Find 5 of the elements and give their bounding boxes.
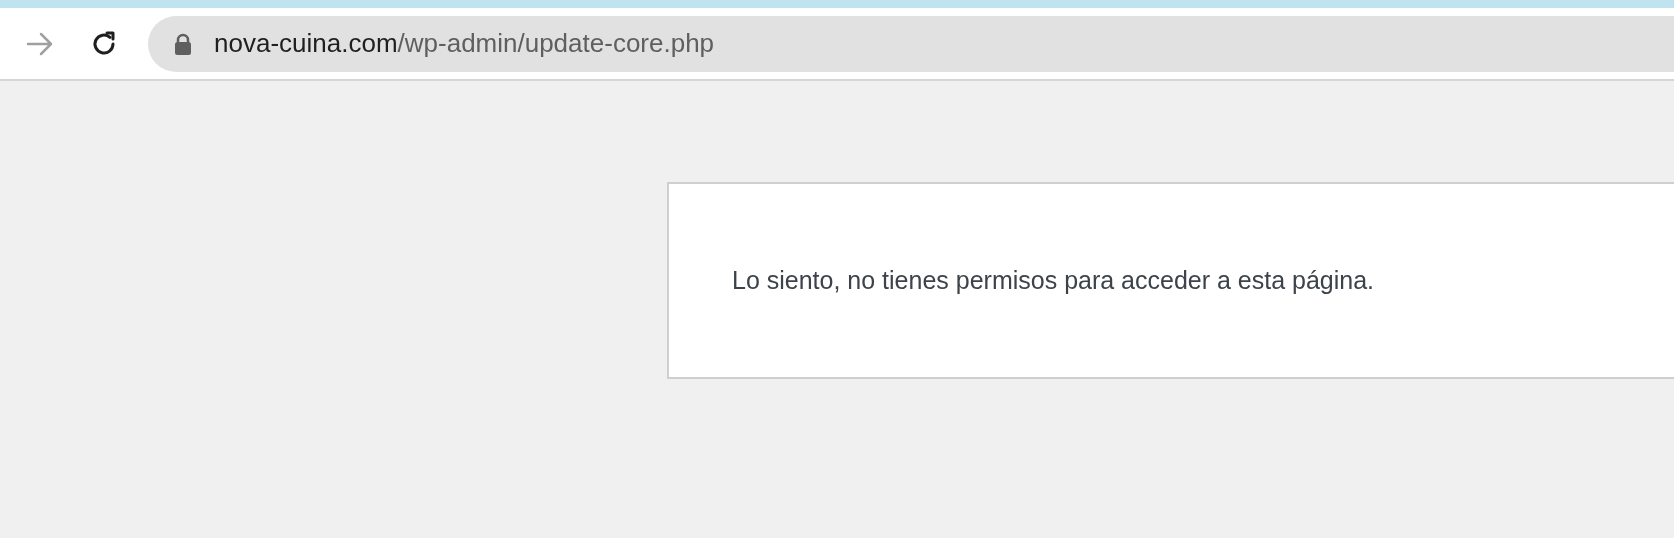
forward-icon — [26, 31, 54, 56]
url-host: nova-cuina.com — [214, 27, 398, 60]
address-bar[interactable]: nova-cuina.com/wp-admin/update-core.php — [148, 15, 1674, 72]
url-path: /wp-admin/update-core.php — [397, 27, 715, 60]
error-message: Lo siento, no tienes permisos para acceder a esta página. — [732, 264, 1375, 296]
